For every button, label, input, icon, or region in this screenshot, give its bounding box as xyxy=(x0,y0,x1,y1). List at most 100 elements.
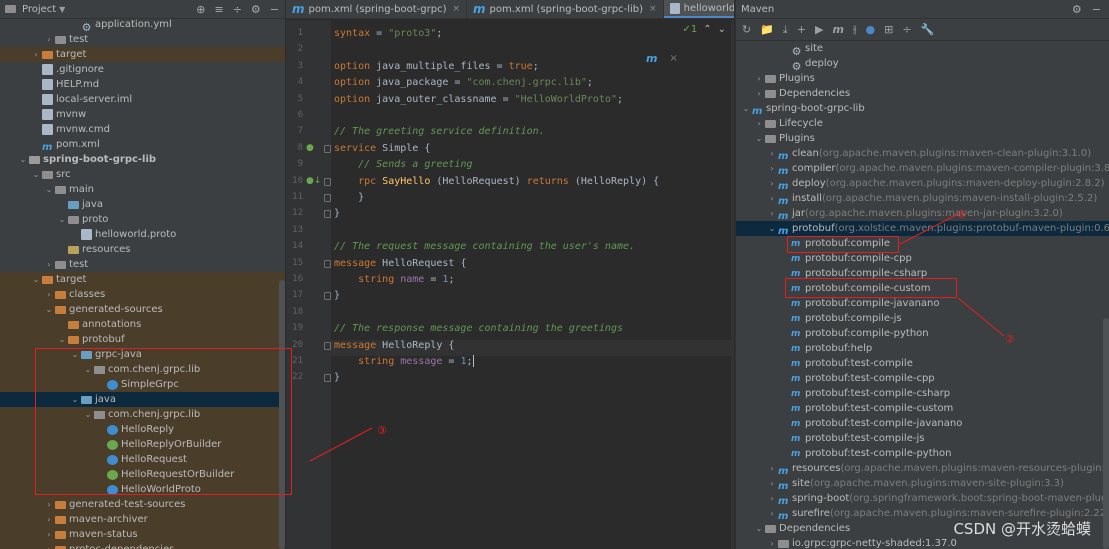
project-title[interactable]: Project xyxy=(22,4,56,15)
tree-item-test[interactable]: › test xyxy=(0,257,285,272)
fold-marker-icon[interactable] xyxy=(324,374,331,383)
code-line[interactable]: // The request message containing the us… xyxy=(334,239,635,255)
tree-item-generated-test-sources[interactable]: › generated-test-sources xyxy=(0,497,285,512)
code-line[interactable]: // The greeting service definition. xyxy=(334,124,545,140)
project-scrollbar[interactable] xyxy=(279,280,285,549)
tree-item-src[interactable]: ⌄ src xyxy=(0,167,285,182)
fold-marker-icon[interactable] xyxy=(324,259,331,268)
maven-item-protobuf-compile-python[interactable]: m protobuf:compile-python xyxy=(736,326,1109,341)
fold-marker-icon[interactable] xyxy=(324,292,331,301)
inspection-widget[interactable]: ✓1 ⌃ ⌄ xyxy=(682,24,726,35)
inspection-ok[interactable]: ✓1 xyxy=(682,24,697,35)
fold-marker-icon[interactable] xyxy=(324,144,331,153)
tree-item-helloreply[interactable]: HelloReply xyxy=(0,422,285,437)
close-icon[interactable]: × xyxy=(669,53,677,64)
chevron-down-icon[interactable]: ⌄ xyxy=(82,362,94,377)
maven-item-protobuf-test-compile-custom[interactable]: m protobuf:test-compile-custom xyxy=(736,401,1109,416)
tree-item-protoc-dependencies[interactable]: › protoc-dependencies xyxy=(0,542,285,549)
tree-item-classes[interactable]: › classes xyxy=(0,287,285,302)
fold-marker-icon[interactable] xyxy=(324,194,331,202)
maven-item-jar[interactable]: › m jar (org.apache.maven.plugins:maven-ja… xyxy=(736,206,1109,222)
maven-item-protobuf[interactable]: ⌄ m protobuf (org.xolstice.maven.plugins:p… xyxy=(736,221,1109,237)
tree-item-target[interactable]: ⌄ target xyxy=(0,272,285,287)
gear-icon[interactable]: ⚙ xyxy=(1072,3,1082,16)
chevron-right-icon[interactable]: › xyxy=(766,506,778,521)
fold-marker-icon[interactable] xyxy=(324,177,331,186)
chevron-right-icon[interactable]: › xyxy=(766,461,778,476)
fold-marker-icon[interactable] xyxy=(324,210,331,219)
minimize-icon[interactable]: − xyxy=(1092,3,1101,16)
chevron-right-icon[interactable]: › xyxy=(753,116,765,131)
maven-item-clean[interactable]: › m clean (org.apache.maven.plugins:maven-… xyxy=(736,146,1109,162)
tree-item-helloworldproto[interactable]: HelloWorldProto xyxy=(0,482,285,497)
chevron-down-icon[interactable]: ⌄ xyxy=(56,332,68,347)
tree-item-simplegrpc[interactable]: SimpleGrpc xyxy=(0,377,285,392)
tree-item-local-server-iml[interactable]: local-server.iml xyxy=(0,92,285,107)
show-dependencies-icon[interactable]: ⊞ xyxy=(884,23,893,36)
maven-item-protobuf-compile-custom[interactable]: m protobuf:compile-custom xyxy=(736,281,1109,296)
maven-item-dependencies[interactable]: › Dependencies xyxy=(736,86,1109,101)
editor-scrollbar[interactable] xyxy=(731,20,734,549)
skip-tests-icon[interactable]: ● xyxy=(866,23,876,36)
maven-item-install[interactable]: › m install (org.apache.maven.plugins:mave… xyxy=(736,191,1109,207)
chevron-down-icon[interactable]: ⌄ xyxy=(753,521,765,536)
tree-item-resources[interactable]: resources xyxy=(0,242,285,257)
run-icon[interactable]: ▶ xyxy=(815,23,823,36)
maven-item-site[interactable]: ⚙ site xyxy=(736,41,1109,58)
tree-item-hellorequest[interactable]: HelloRequest xyxy=(0,452,285,467)
implementation-gutter-icon[interactable]: ●↓ xyxy=(306,176,321,186)
chevron-down-icon[interactable]: ⌄ xyxy=(17,152,29,167)
chevron-down-icon[interactable]: ⌄ xyxy=(718,24,726,35)
code-line[interactable]: // Sends a greeting xyxy=(334,157,472,173)
close-icon[interactable]: × xyxy=(649,4,657,14)
chevron-down-icon[interactable]: ▼ xyxy=(56,5,68,14)
chevron-down-icon[interactable]: ⌄ xyxy=(30,167,42,182)
code-line[interactable]: option java_multiple_files = true; xyxy=(334,59,539,75)
tree-item-java[interactable]: java xyxy=(0,197,285,212)
tree-item-maven-status[interactable]: › maven-status xyxy=(0,527,285,542)
code-line[interactable]: string name = 1; xyxy=(334,272,454,288)
code-line[interactable]: service Simple { xyxy=(334,141,430,157)
tree-item-maven-archiver[interactable]: › maven-archiver xyxy=(0,512,285,527)
settings-icon[interactable]: 🔧 xyxy=(921,23,935,36)
code-line[interactable]: // The response message containing the g… xyxy=(334,321,623,337)
maven-item-protobuf-compile[interactable]: m protobuf:compile xyxy=(736,236,1109,251)
maven-item-plugins[interactable]: ⌄ Plugins xyxy=(736,131,1109,146)
expand-all-icon[interactable]: ≡ xyxy=(214,3,223,16)
chevron-down-icon[interactable]: ⌄ xyxy=(753,131,765,146)
service-gutter-icon[interactable]: ● xyxy=(306,143,314,153)
code-line[interactable]: } xyxy=(334,370,340,386)
chevron-right-icon[interactable]: › xyxy=(766,146,778,161)
chevron-right-icon[interactable]: › xyxy=(753,71,765,86)
maven-item-protobuf-test-compile-csharp[interactable]: m protobuf:test-compile-csharp xyxy=(736,386,1109,401)
chevron-down-icon[interactable]: ⌄ xyxy=(766,221,778,236)
chevron-down-icon[interactable]: ⌄ xyxy=(56,212,68,227)
tree-item-grpc-java[interactable]: ⌄ grpc-java xyxy=(0,347,285,362)
minimize-icon[interactable]: − xyxy=(270,3,279,16)
maven-item-protobuf-compile-csharp[interactable]: m protobuf:compile-csharp xyxy=(736,266,1109,281)
tab-pom-xml-spring-boot-grpc[interactable]: m pom.xml (spring-boot-grpc) × xyxy=(286,0,468,18)
tree-item-proto[interactable]: ⌄ proto xyxy=(0,212,285,227)
toggle-offline-icon[interactable]: ⫲ xyxy=(853,23,857,37)
tree-item-mvnw[interactable]: mvnw xyxy=(0,107,285,122)
chevron-right-icon[interactable]: › xyxy=(43,287,55,302)
tab-helloworld-proto[interactable]: helloworld.proto xyxy=(663,0,734,18)
maven-item-resources[interactable]: › m resources (org.apache.maven.plugins:ma… xyxy=(736,461,1109,477)
generate-sources-icon[interactable]: 📁 xyxy=(760,23,774,36)
tree-item-main[interactable]: ⌄ main xyxy=(0,182,285,197)
chevron-right-icon[interactable]: › xyxy=(30,47,42,62)
execute-goal-icon[interactable]: m xyxy=(832,23,843,36)
tree-item-application-yml[interactable]: ⚙ application.yml xyxy=(0,17,285,34)
tree-item-target[interactable]: › target xyxy=(0,47,285,62)
tree-item-mvnw-cmd[interactable]: mvnw.cmd xyxy=(0,122,285,137)
maven-item-protobuf-compile-cpp[interactable]: m protobuf:compile-cpp xyxy=(736,251,1109,266)
tree-item-generated-sources[interactable]: ⌄ generated-sources xyxy=(0,302,285,317)
tree-item-hellorequestorbuilder[interactable]: HelloRequestOrBuilder xyxy=(0,467,285,482)
tree-item-pom-xml[interactable]: m pom.xml xyxy=(0,137,285,153)
chevron-right-icon[interactable]: › xyxy=(43,32,55,47)
maven-scrollbar[interactable] xyxy=(1103,318,1109,549)
maven-item-lifecycle[interactable]: › Lifecycle xyxy=(736,116,1109,131)
chevron-right-icon[interactable]: › xyxy=(766,491,778,506)
tree-item-helloworld-proto[interactable]: helloworld.proto xyxy=(0,227,285,242)
maven-item-protobuf-test-compile[interactable]: m protobuf:test-compile xyxy=(736,356,1109,371)
